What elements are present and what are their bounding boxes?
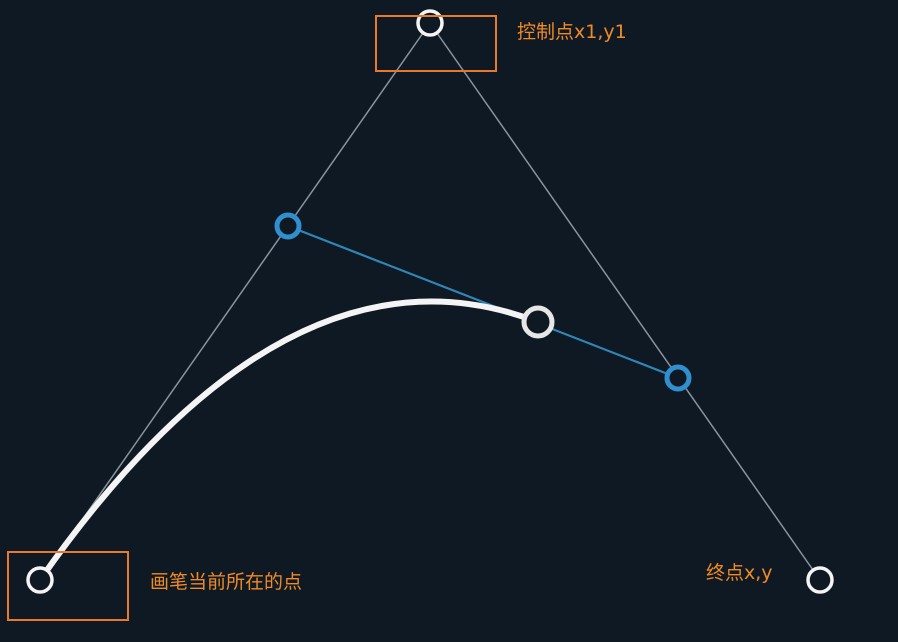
control-point-highlight-box bbox=[375, 15, 497, 72]
start-point-label: 画笔当前所在的点 bbox=[150, 571, 303, 593]
end-point-label: 终点x,y bbox=[706, 562, 773, 584]
bezier-diagram: 控制点x1,y1 画笔当前所在的点 终点x,y bbox=[0, 0, 898, 642]
diagram-canvas bbox=[26, 9, 834, 594]
interpolation-point-b bbox=[664, 364, 692, 392]
guide-line-start-control bbox=[39, 22, 431, 581]
interpolation-point-a bbox=[274, 212, 302, 240]
bezier-curve bbox=[37, 298, 541, 583]
end-point bbox=[806, 566, 834, 594]
start-point-highlight-box bbox=[7, 551, 129, 621]
control-point-label: 控制点x1,y1 bbox=[517, 21, 627, 43]
guide-line-control-end bbox=[429, 22, 821, 581]
tangent-line bbox=[287, 224, 679, 380]
current-curve-point bbox=[521, 305, 555, 339]
